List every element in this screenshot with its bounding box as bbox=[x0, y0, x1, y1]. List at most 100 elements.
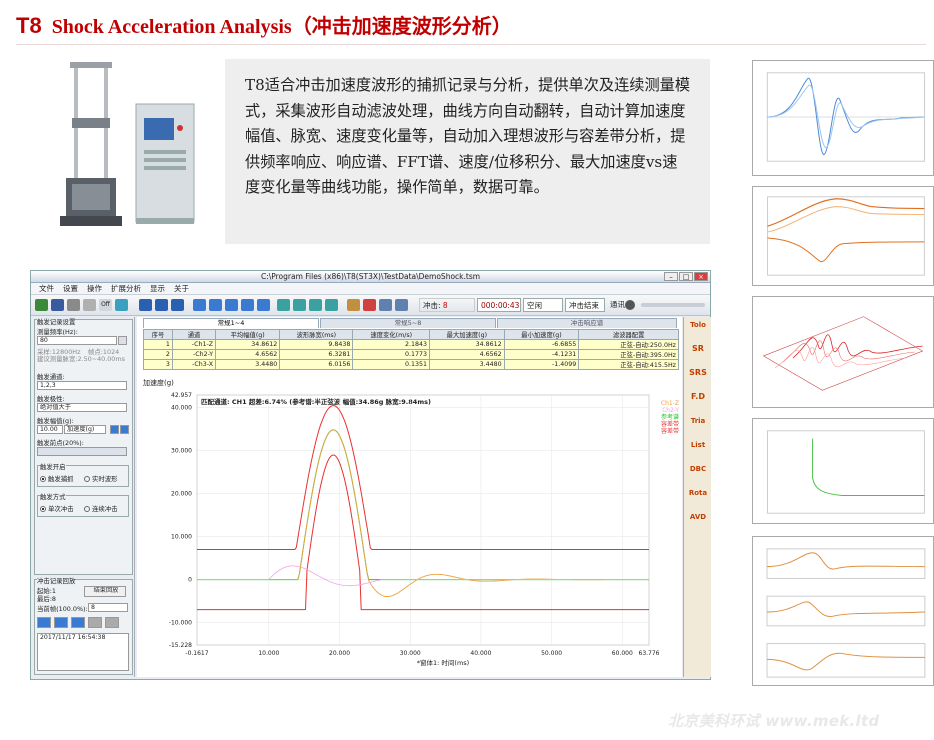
pretrigger-slider[interactable] bbox=[37, 447, 127, 456]
minus-icon[interactable] bbox=[120, 425, 129, 434]
save-icon[interactable] bbox=[51, 299, 64, 311]
mode-continuous-radio[interactable]: 连续冲击 bbox=[84, 504, 118, 513]
mode-single-radio[interactable]: 单次冲击 bbox=[40, 504, 74, 513]
report-icon[interactable] bbox=[395, 299, 408, 311]
zoom-y-icon[interactable] bbox=[171, 299, 184, 311]
legend-entry: 参考谱 bbox=[661, 413, 679, 421]
minimize-button[interactable]: – bbox=[664, 272, 678, 281]
cell: 9.8438 bbox=[279, 339, 354, 350]
list-button[interactable]: List bbox=[686, 441, 710, 449]
cell: 4.6562 bbox=[215, 349, 281, 360]
shock-test-machine-image bbox=[60, 62, 195, 226]
menu-about[interactable]: 关于 bbox=[174, 283, 189, 294]
fd-button[interactable]: F.D bbox=[686, 393, 710, 401]
table-row[interactable]: 3 -Ch3-X 3.4480 6.0156 0.1351 3.4480 -1.… bbox=[143, 359, 679, 370]
sr-button[interactable]: SR bbox=[686, 345, 710, 353]
rota-button[interactable]: Rota bbox=[686, 489, 710, 497]
abc-icon[interactable] bbox=[363, 299, 376, 311]
freq-dropdown-icon[interactable] bbox=[118, 336, 127, 345]
title-divider bbox=[16, 44, 926, 45]
zoom-x-icon[interactable] bbox=[155, 299, 168, 311]
avd-button[interactable]: AVD bbox=[686, 513, 710, 521]
col-pulse-width: 波形脉宽(ms) bbox=[279, 329, 354, 340]
window-title: C:\Program Files (x86)\T8(ST3X)\TestData… bbox=[260, 272, 481, 281]
current-frame-input[interactable]: 8 bbox=[88, 603, 128, 612]
tab-normal-5-8[interactable]: 常规5~8 bbox=[320, 318, 496, 328]
cell: 34.8612 bbox=[429, 339, 505, 350]
menu-file[interactable]: 文件 bbox=[39, 283, 54, 294]
tool-icon[interactable] bbox=[83, 299, 96, 311]
menu-extended-analysis[interactable]: 扩展分析 bbox=[111, 283, 141, 294]
layout-4-icon[interactable] bbox=[241, 299, 254, 311]
x-tick-label: 20.000 bbox=[329, 650, 350, 657]
timer-display: 000:00:43 bbox=[477, 298, 521, 312]
cursor-2-icon[interactable] bbox=[293, 299, 306, 311]
export-frame-icon[interactable] bbox=[105, 617, 119, 628]
open-icon[interactable] bbox=[35, 299, 48, 311]
off-icon[interactable]: Off bbox=[99, 299, 112, 311]
freq-select[interactable]: 80 bbox=[37, 336, 117, 345]
y-tick-label: 0 bbox=[188, 577, 192, 584]
results-table: 序号 通道 平均幅值(g) 波形脉宽(ms) 速度变化(m/s) 最大加速度(g… bbox=[143, 329, 679, 370]
cell: 6.0156 bbox=[279, 359, 354, 370]
left-panel: 触发记录设置 测量频率(Hz): 80 采样:12800Hz 帧点:1024 建… bbox=[32, 317, 135, 677]
first-frame-icon[interactable] bbox=[37, 617, 51, 628]
layout-2-icon[interactable] bbox=[209, 299, 222, 311]
end-playback-button[interactable]: 结束回放 bbox=[84, 586, 126, 597]
next-frame-icon[interactable] bbox=[71, 617, 85, 628]
menu-display[interactable]: 显示 bbox=[150, 283, 165, 294]
layout-grid-icon[interactable] bbox=[257, 299, 270, 311]
cell: 正弦-自动:395.0Hz bbox=[578, 349, 679, 360]
x-tick-label: 10.000 bbox=[258, 650, 279, 657]
mode-continuous-label: 连续冲击 bbox=[92, 505, 118, 513]
log-box: 2017/11/17 16:54:38 bbox=[37, 633, 129, 671]
tab-normal-1-4[interactable]: 常规1~4 bbox=[143, 318, 319, 328]
footer-watermark: 北京美科环试 www.mek.ltd bbox=[668, 712, 880, 730]
legend-entry: Ch2-Y bbox=[662, 407, 679, 414]
menu-settings[interactable]: 设置 bbox=[63, 283, 78, 294]
y-tick-label: -10.000 bbox=[169, 620, 192, 627]
brush-icon[interactable] bbox=[347, 299, 360, 311]
zoom-icon[interactable] bbox=[139, 299, 152, 311]
delete-frame-icon[interactable] bbox=[88, 617, 102, 628]
playback-group-label: 冲击记录回放 bbox=[37, 576, 76, 585]
prev-frame-icon[interactable] bbox=[54, 617, 68, 628]
cursor-4-icon[interactable] bbox=[325, 299, 338, 311]
switch-realtime-radio[interactable]: 实时波形 bbox=[84, 474, 118, 483]
close-button[interactable]: × bbox=[694, 272, 708, 281]
level-unit-select[interactable]: 加速度(g) bbox=[64, 425, 106, 434]
maximize-button[interactable]: □ bbox=[679, 272, 693, 281]
cell: 0.1773 bbox=[352, 349, 431, 360]
y-tick-label: -15.228 bbox=[169, 642, 192, 649]
tria-button[interactable]: Tria bbox=[686, 417, 710, 425]
tab-shock-response-spectrum[interactable]: 冲击响应谱 bbox=[497, 318, 677, 328]
table-row[interactable]: 2 -Ch2-Y 4.6562 6.3281 0.1773 4.6562 -4.… bbox=[143, 349, 679, 360]
cursor-1-icon[interactable] bbox=[277, 299, 290, 311]
y-tick-label: 20.000 bbox=[171, 491, 192, 498]
layout-1-icon[interactable] bbox=[193, 299, 206, 311]
x-tick-label: 60.000 bbox=[612, 650, 633, 657]
acceleration-chart[interactable]: 加速度(g) 匹配通道: CH1 超差:6.74% (参考谱:半正弦波 幅值:34… bbox=[137, 375, 682, 677]
cursor-3-icon[interactable] bbox=[309, 299, 322, 311]
level-input[interactable]: 10.00 bbox=[37, 425, 63, 434]
layout-3-icon[interactable] bbox=[225, 299, 238, 311]
plus-icon[interactable] bbox=[110, 425, 119, 434]
status-display: 空闲 bbox=[523, 298, 563, 312]
pretrigger-label: 触发前点(20%): bbox=[37, 439, 84, 447]
on-icon[interactable] bbox=[115, 299, 128, 311]
channel-label: 触发通道: bbox=[37, 373, 65, 381]
tolerance-button[interactable]: Tolo bbox=[686, 321, 710, 329]
srs-button[interactable]: SRS bbox=[686, 369, 710, 377]
pdf-icon[interactable] bbox=[379, 299, 392, 311]
switch-capture-radio[interactable]: 触发捕抓 bbox=[40, 474, 74, 483]
cell: -1.4099 bbox=[503, 359, 580, 370]
table-row[interactable]: 1 -Ch1-Z 34.8612 9.8438 2.1843 34.8612 -… bbox=[143, 339, 679, 350]
print-icon[interactable] bbox=[67, 299, 80, 311]
polarity-select[interactable]: 绝对值大于 bbox=[37, 403, 127, 412]
thumbnail-frequency-response bbox=[752, 60, 934, 176]
dbc-button[interactable]: DBC bbox=[686, 465, 710, 473]
channel-input[interactable]: 1,2,3 bbox=[37, 381, 127, 390]
mode-single-label: 单次冲击 bbox=[48, 505, 74, 513]
x-axis-label: *窗体1: 时间(ms) bbox=[417, 658, 469, 667]
menu-operate[interactable]: 操作 bbox=[87, 283, 102, 294]
